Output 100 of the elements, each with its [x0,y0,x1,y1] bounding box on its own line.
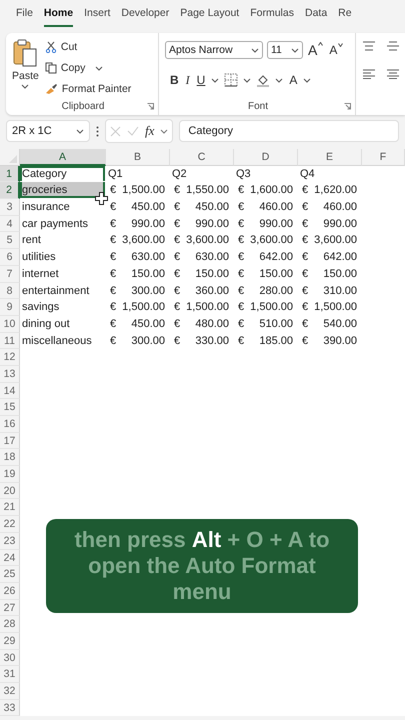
ribbon-tab[interactable]: File [16,7,33,25]
row-header[interactable]: 11 [0,332,20,350]
caret-icon[interactable] [211,78,220,82]
row-header[interactable]: 22 [0,516,20,533]
row-header[interactable]: 25 [0,566,20,583]
currency-cell-text: € 450.00 [109,316,166,332]
row-header[interactable]: 31 [0,666,20,683]
align-top-icon[interactable] [362,41,376,51]
table-cell-text: Q4 [299,166,316,182]
row-header[interactable]: 4 [0,216,20,232]
currency-cell-text: € 300.00 [109,284,166,298]
ribbon-tab[interactable]: Data [304,7,328,25]
copy-button[interactable]: Copy [44,59,132,77]
shrink-font-button[interactable]: A [328,43,344,57]
font-name-dropdown[interactable]: Aptos Narrow [165,41,263,59]
row-header[interactable]: 28 [0,616,20,633]
align-middle-icon[interactable] [386,41,400,51]
formula-input[interactable]: Category [179,120,399,142]
format-painter-button[interactable]: Format Painter [44,80,132,98]
dialog-launcher-icon[interactable] [344,103,351,110]
borders-icon[interactable] [224,73,238,87]
name-box[interactable]: 2R x 1C [6,120,90,142]
row-header[interactable]: 3 [0,199,20,216]
grow-font-button[interactable]: A [307,42,324,58]
caret-icon[interactable] [160,128,168,134]
table-cell-text: insurance [21,200,71,215]
currency-cell-text: € 3,600.00 [301,233,358,248]
currency-cell-text: € 630.00 [109,250,166,265]
caret-icon[interactable] [243,78,252,82]
row-header[interactable]: 30 [0,650,20,666]
table-cell-text: Q2 [171,166,188,182]
row-header[interactable]: 20 [0,482,20,500]
row-header[interactable]: 18 [0,449,20,466]
column-header[interactable]: F [362,149,405,166]
copy-icon [44,62,57,74]
row-header[interactable]: 15 [0,399,20,416]
row-header[interactable]: 21 [0,499,20,516]
row-header[interactable]: 33 [0,700,20,716]
currency-cell-text: € 990.00 [301,216,358,232]
align-center-icon[interactable] [386,69,400,79]
align-left-icon[interactable] [362,69,376,79]
currency-cell-text: € 1,500.00 [109,300,166,315]
row-header[interactable]: 12 [0,349,20,366]
table-cell: groceries [20,182,105,198]
currency-cell-text: € 460.00 [301,200,358,215]
row-header[interactable]: 27 [0,600,20,616]
column-header[interactable]: A [20,149,106,166]
font-size-dropdown[interactable]: 11 [267,41,303,59]
bold-button[interactable]: B [169,73,180,87]
row-header[interactable]: 2 [0,182,20,200]
row-header[interactable]: 6 [0,249,20,266]
row-header[interactable]: 8 [0,282,20,300]
currency-cell-text: € 1,500.00 [301,300,358,315]
more-options-icon[interactable] [96,126,99,136]
fill-color-icon[interactable] [256,73,270,87]
ribbon-tab[interactable]: Developer [121,7,170,25]
insert-function-button[interactable]: fx [145,123,154,139]
row-header[interactable]: 14 [0,382,20,400]
column-header[interactable]: C [170,149,234,166]
caret-down-icon [338,43,344,47]
column-header[interactable]: E [298,149,362,166]
check-icon[interactable] [127,126,139,136]
row-header[interactable]: 1 [0,166,20,182]
row-header[interactable]: 7 [0,266,20,282]
ribbon-tab[interactable]: Page Layout [180,7,240,25]
table-cell: Category [20,166,105,182]
ribbon-tab[interactable]: Home [44,7,74,27]
ribbon-tab[interactable]: Re [338,7,352,25]
row-header[interactable]: 24 [0,550,20,566]
row-header[interactable]: 29 [0,632,20,650]
row-header[interactable]: 17 [0,432,20,450]
row-header[interactable]: 9 [0,299,20,316]
row-header[interactable]: 16 [0,416,20,433]
currency-cell-text: € 1,620.00 [301,183,358,198]
paste-button[interactable]: Paste [12,38,39,98]
currency-cell-text: € 990.00 [173,216,230,232]
ribbon-tab[interactable]: Insert [84,7,110,25]
caret-icon[interactable] [275,78,284,82]
row-header[interactable]: 19 [0,466,20,483]
currency-cell-text: € 280.00 [237,284,294,298]
caret-icon[interactable] [303,78,312,82]
table-cell-text: dining out [21,316,71,332]
underline-button[interactable]: U [196,73,206,87]
caret-icon [251,48,259,52]
caret-icon [21,84,30,89]
cut-button[interactable]: Cut [44,38,132,56]
row-header[interactable]: 32 [0,683,20,700]
italic-button[interactable]: I [184,72,191,88]
row-header[interactable]: 26 [0,582,20,600]
column-header[interactable]: D [234,149,298,166]
row-header[interactable]: 5 [0,232,20,250]
font-color-button[interactable]: A [288,73,298,87]
currency-cell-text: € 460.00 [237,200,294,215]
scissors-icon [44,41,57,53]
column-header[interactable]: B [106,149,170,166]
row-header[interactable]: 23 [0,532,20,550]
dialog-launcher-icon[interactable] [147,103,154,110]
row-header[interactable]: 13 [0,366,20,383]
ribbon-tab[interactable]: Formulas [250,7,294,25]
row-header[interactable]: 10 [0,316,20,333]
